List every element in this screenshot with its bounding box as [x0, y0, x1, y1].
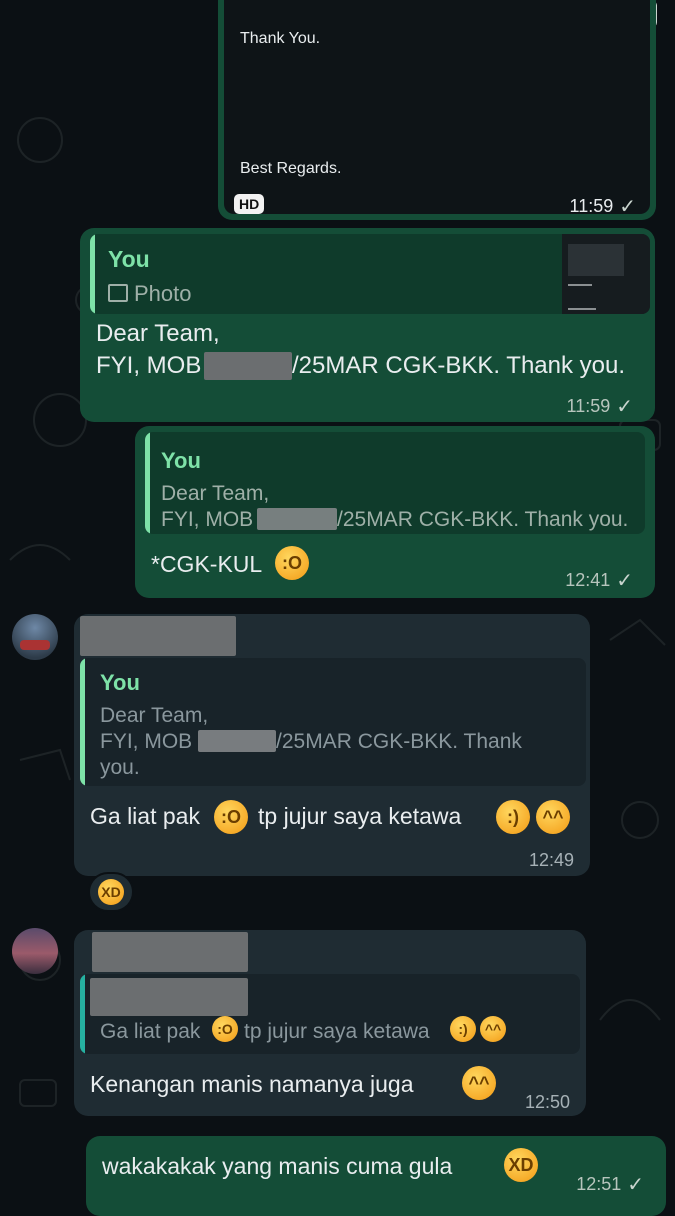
- quote-bar: [80, 658, 85, 786]
- double-check-icon: ✓: [616, 396, 633, 418]
- quote-bar: [90, 234, 95, 314]
- double-check-icon: ✓: [627, 1174, 644, 1196]
- quote-photo-thumbnail[interactable]: [562, 234, 650, 314]
- incoming-message[interactable]: You Dear Team, FYI, MOB /25MAR CGK-BKK. …: [74, 614, 590, 876]
- message-time: 12:41 ✓: [565, 568, 633, 593]
- message-time: 11:59 ✓: [567, 394, 633, 419]
- quote-text: FYI, MOB: [161, 508, 254, 531]
- message-text: /25MAR CGK-BKK. Thank you.: [292, 352, 626, 379]
- quote-text: FYI, MOB: [100, 730, 193, 753]
- image-text-line: Thank You.: [240, 30, 321, 47]
- message-text: Ga liat pak: [90, 803, 200, 829]
- outgoing-message[interactable]: You Dear Team, FYI, MOB /25MAR CGK-BKK. …: [135, 426, 655, 598]
- double-check-icon: ✓: [616, 570, 633, 592]
- message-reaction[interactable]: XD: [88, 872, 134, 912]
- message-text: *CGK-KUL: [151, 551, 263, 577]
- message-text: Kenangan manis namanya juga: [90, 1071, 414, 1097]
- time-label: 11:59: [566, 396, 611, 416]
- sweat-smile-emoji: ^^: [480, 1016, 506, 1042]
- redacted-sender-name: [92, 932, 248, 972]
- image-text-line: Best Regards.: [240, 160, 342, 177]
- redacted-flight-number: [257, 508, 337, 530]
- redacted-sender-name: [80, 616, 236, 656]
- redacted-flight-number: [198, 730, 276, 752]
- quote-type: Photo: [134, 281, 192, 306]
- quote-bar: [80, 974, 85, 1054]
- quoted-message[interactable]: You Photo: [90, 234, 650, 314]
- quote-text: Dear Team,: [100, 704, 209, 727]
- quote-text: Dear Team,: [161, 482, 270, 505]
- message-time: 12:49: [529, 850, 574, 871]
- quote-author: You: [100, 670, 140, 695]
- message-time: 12:51 ✓: [576, 1172, 644, 1197]
- quote-text: /25MAR CGK-BKK. Thank: [276, 730, 522, 753]
- quoted-message[interactable]: You Dear Team, FYI, MOB /25MAR CGK-BKK. …: [80, 658, 586, 786]
- sweat-smile-emoji: ^^: [462, 1066, 496, 1100]
- face-with-hand-over-mouth-emoji: :O: [212, 1016, 238, 1042]
- time-label: 12:51: [576, 1174, 622, 1194]
- face-with-hand-over-mouth-emoji: :O: [214, 800, 248, 834]
- sender-avatar[interactable]: [12, 928, 58, 974]
- incoming-message[interactable]: Ga liat pak :O tp jujur saya ketawa :) ^…: [74, 930, 586, 1116]
- rolling-laughing-emoji: XD: [504, 1148, 538, 1182]
- time-label: 12:50: [524, 1092, 570, 1112]
- quote-text: tp jujur saya ketawa: [244, 1020, 430, 1043]
- quoted-message[interactable]: You Dear Team, FYI, MOB /25MAR CGK-BKK. …: [145, 432, 645, 534]
- attached-image[interactable]: Thank You. Best Regards. HD 11:59 ✓: [224, 0, 650, 218]
- quote-text: Ga liat pak: [100, 1020, 201, 1043]
- outgoing-message[interactable]: You Photo Dear Team, FYI, MOB /25MAR CGK…: [80, 228, 655, 422]
- quote-text: you.: [100, 756, 140, 779]
- redacted-flight-number: [204, 352, 292, 380]
- quoted-message[interactable]: Ga liat pak :O tp jujur saya ketawa :) ^…: [80, 974, 580, 1054]
- time-label: 12:41: [565, 570, 611, 590]
- outgoing-image-message[interactable]: Thank You. Best Regards. HD 11:59 ✓: [218, 0, 656, 220]
- double-check-icon: ✓: [619, 196, 636, 218]
- giggle-emoji: :): [496, 800, 530, 834]
- face-with-hand-over-mouth-emoji: :O: [275, 546, 309, 580]
- message-text: Dear Team,: [96, 320, 220, 347]
- giggle-emoji: :): [450, 1016, 476, 1042]
- message-time: 12:50: [525, 1092, 570, 1113]
- quote-text: /25MAR CGK-BKK. Thank you.: [337, 508, 629, 531]
- message-time: 11:59 ✓: [570, 194, 636, 219]
- image-icon: [108, 284, 128, 302]
- message-text: FYI, MOB: [96, 352, 202, 379]
- time-label: 11:59: [569, 196, 614, 216]
- time-label: 12:49: [528, 850, 574, 870]
- sender-avatar[interactable]: [12, 614, 58, 660]
- quote-author: You: [161, 448, 201, 473]
- hd-badge: HD: [234, 194, 265, 214]
- sweat-smile-emoji: ^^: [536, 800, 570, 834]
- quote-bar: [145, 432, 150, 534]
- quote-author: You: [108, 246, 150, 272]
- outgoing-message[interactable]: wakakakak yang manis cuma gula XD 12:51 …: [86, 1136, 666, 1216]
- message-text: tp jujur saya ketawa: [258, 803, 462, 829]
- message-text: wakakakak yang manis cuma gula: [102, 1153, 453, 1179]
- redacted-quote-author: [90, 978, 248, 1016]
- joy-emoji: XD: [98, 879, 124, 905]
